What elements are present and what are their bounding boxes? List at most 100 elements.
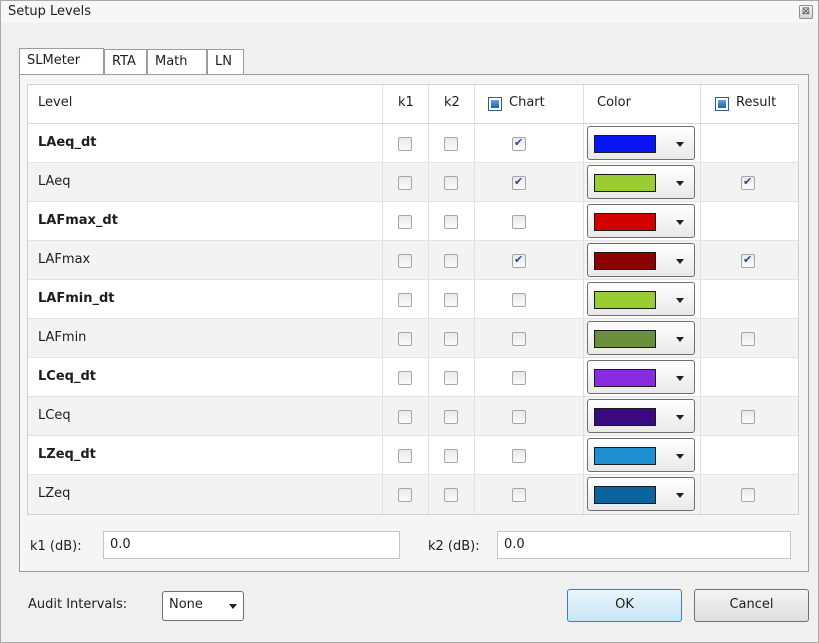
tab-math[interactable]: Math [147, 49, 207, 75]
result-checkbox[interactable] [741, 410, 755, 424]
k2-checkbox[interactable] [444, 449, 458, 463]
chevron-down-icon [676, 142, 684, 147]
level-name: LAFmin_dt [38, 291, 115, 306]
title-bar: Setup Levels ⊠ [1, 1, 818, 23]
k1-checkbox[interactable] [398, 488, 412, 502]
level-header: Level [38, 95, 73, 110]
level-name: LZeq_dt [38, 447, 96, 462]
chart-checkbox[interactable] [512, 371, 526, 385]
chart-checkbox[interactable] [512, 488, 526, 502]
chart-checkbox[interactable] [512, 175, 526, 190]
level-name: LZeq [38, 486, 71, 501]
chart-header: Chart [509, 95, 545, 110]
chart-all-checkbox[interactable] [488, 97, 502, 111]
color-swatch [594, 174, 656, 192]
result-header: Result [736, 95, 777, 110]
color-swatch [594, 135, 656, 153]
k2-header: k2 [444, 95, 460, 110]
color-swatch [594, 408, 656, 426]
chart-checkbox[interactable] [512, 449, 526, 463]
k1-checkbox[interactable] [398, 410, 412, 424]
grid-header: Level k1 k2 Chart Color Result [28, 85, 798, 124]
color-swatch [594, 291, 656, 309]
audit-intervals-label: Audit Intervals: [28, 597, 128, 612]
result-checkbox[interactable] [741, 488, 755, 502]
chevron-down-icon [676, 259, 684, 264]
k1-checkbox[interactable] [398, 215, 412, 229]
k1-header: k1 [398, 95, 414, 110]
k2-checkbox[interactable] [444, 293, 458, 307]
chart-checkbox[interactable] [512, 332, 526, 346]
table-row: LAeq [28, 163, 798, 202]
level-name: LCeq [38, 408, 71, 423]
table-row: LAFmax [28, 241, 798, 280]
k1-checkbox[interactable] [398, 371, 412, 385]
close-icon[interactable]: ⊠ [799, 5, 813, 19]
audit-intervals-value: None [169, 597, 203, 612]
level-name: LAFmin [38, 330, 87, 345]
ok-button[interactable]: OK [567, 589, 682, 622]
k1-checkbox[interactable] [398, 137, 412, 151]
k2-input[interactable]: 0.0 [497, 531, 791, 559]
chart-checkbox[interactable] [512, 215, 526, 229]
window-title: Setup Levels [8, 4, 92, 19]
result-checkbox[interactable] [741, 253, 755, 268]
color-dropdown[interactable] [587, 321, 695, 355]
cancel-button[interactable]: Cancel [694, 589, 809, 622]
color-dropdown[interactable] [587, 399, 695, 433]
tab-rta[interactable]: RTA [104, 49, 147, 75]
k2-checkbox[interactable] [444, 488, 458, 502]
tab-ln[interactable]: LN [207, 49, 244, 75]
color-swatch [594, 447, 656, 465]
audit-intervals-select[interactable]: None [162, 591, 244, 621]
color-dropdown[interactable] [587, 204, 695, 238]
color-swatch [594, 213, 656, 231]
color-dropdown[interactable] [587, 360, 695, 394]
k2-checkbox[interactable] [444, 254, 458, 268]
color-dropdown[interactable] [587, 477, 695, 511]
color-dropdown[interactable] [587, 282, 695, 316]
k1-checkbox[interactable] [398, 293, 412, 307]
k2-label: k2 (dB): [428, 539, 480, 554]
table-row: LCeq [28, 397, 798, 436]
color-swatch [594, 486, 656, 504]
chevron-down-icon [229, 604, 237, 609]
k1-checkbox[interactable] [398, 254, 412, 268]
chart-checkbox[interactable] [512, 410, 526, 424]
k2-checkbox[interactable] [444, 137, 458, 151]
chevron-down-icon [676, 220, 684, 225]
k2-checkbox[interactable] [444, 176, 458, 190]
k2-checkbox[interactable] [444, 410, 458, 424]
chart-checkbox[interactable] [512, 293, 526, 307]
level-name: LAFmax [38, 252, 91, 267]
table-row: LAFmin [28, 319, 798, 358]
k1-checkbox[interactable] [398, 449, 412, 463]
color-header: Color [597, 95, 631, 110]
k1-checkbox[interactable] [398, 332, 412, 346]
chevron-down-icon [676, 337, 684, 342]
chevron-down-icon [676, 415, 684, 420]
color-dropdown[interactable] [587, 438, 695, 472]
level-name: LAeq [38, 174, 71, 189]
result-all-checkbox[interactable] [715, 97, 729, 111]
grid-body: LAeq_dt LAeq LAFmax_dt LAFmax LAFmin_dt LAFmi… [28, 124, 798, 514]
chart-checkbox[interactable] [512, 136, 526, 151]
color-dropdown[interactable] [587, 243, 695, 277]
table-row: LAFmax_dt [28, 202, 798, 241]
k2-checkbox[interactable] [444, 371, 458, 385]
k2-checkbox[interactable] [444, 215, 458, 229]
chart-checkbox[interactable] [512, 253, 526, 268]
chevron-down-icon [676, 376, 684, 381]
chevron-down-icon [676, 181, 684, 186]
level-name: LAeq_dt [38, 135, 97, 150]
k1-input[interactable]: 0.0 [103, 531, 400, 559]
table-row: LAFmin_dt [28, 280, 798, 319]
result-checkbox[interactable] [741, 175, 755, 190]
k2-checkbox[interactable] [444, 332, 458, 346]
color-swatch [594, 369, 656, 387]
tab-slmeter[interactable]: SLMeter [19, 48, 104, 76]
color-dropdown[interactable] [587, 126, 695, 160]
result-checkbox[interactable] [741, 332, 755, 346]
color-dropdown[interactable] [587, 165, 695, 199]
k1-checkbox[interactable] [398, 176, 412, 190]
